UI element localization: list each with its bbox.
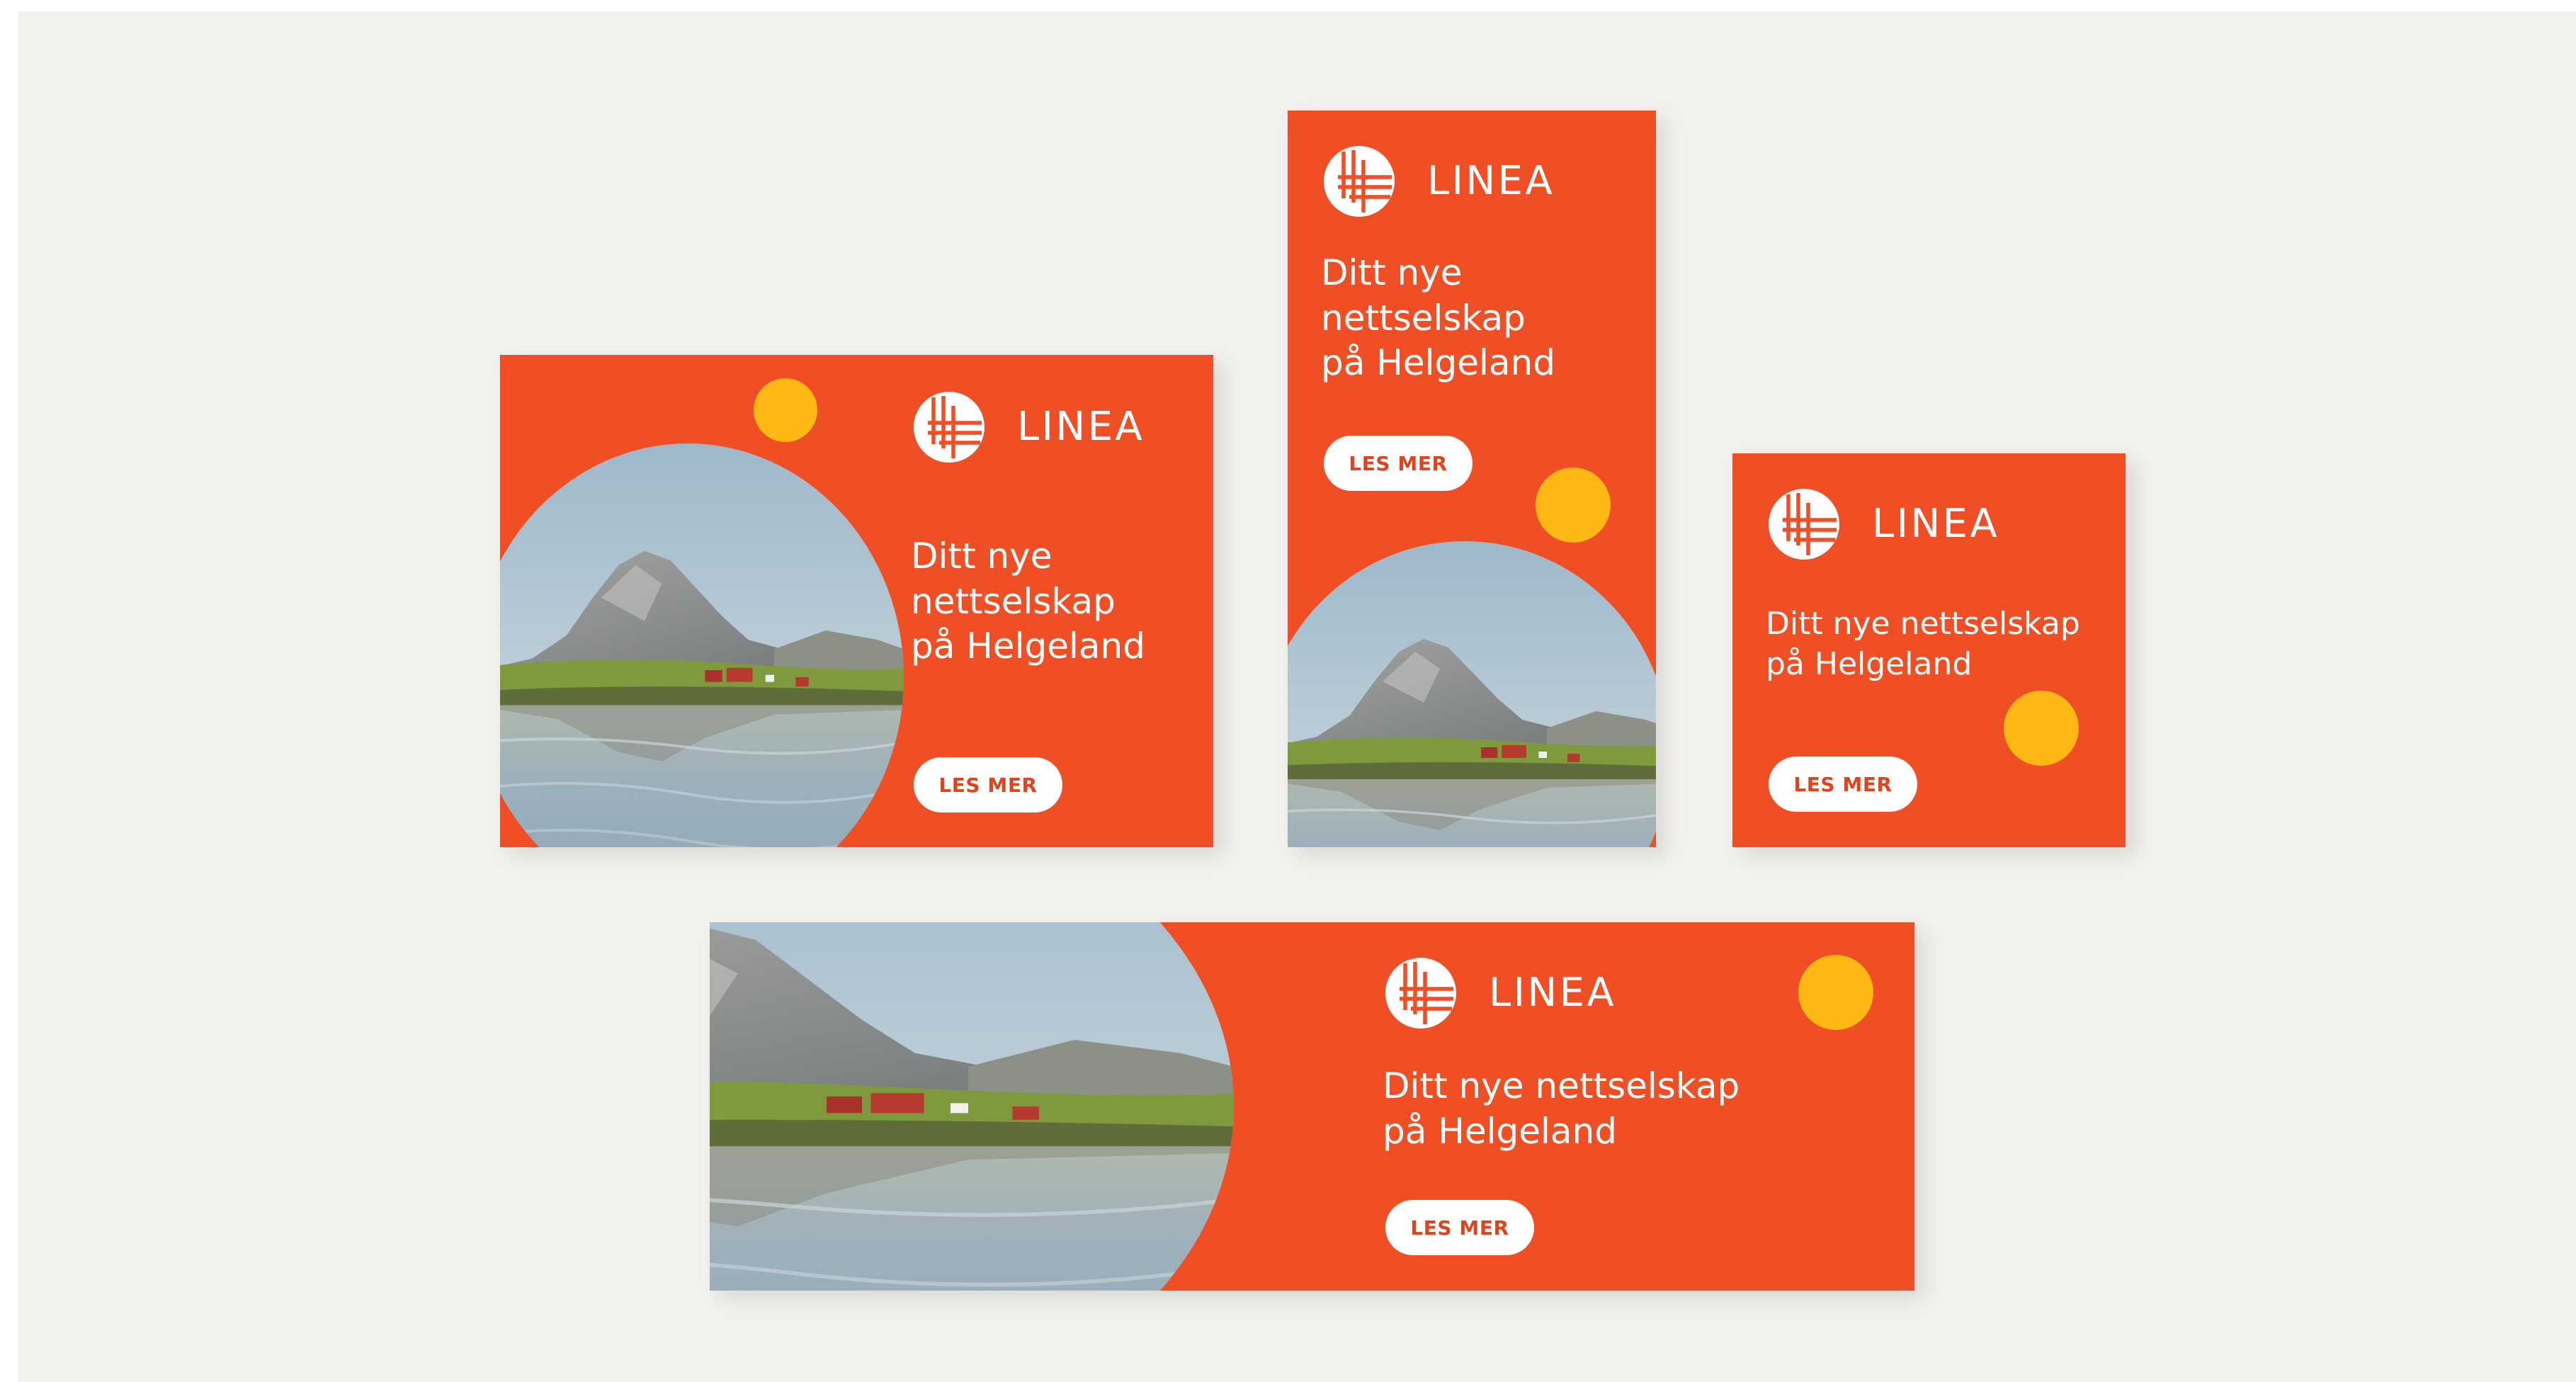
yellow-dot <box>2004 691 2079 766</box>
canvas-background: LINEA Ditt nye nettselskap på Helgeland … <box>18 11 2576 1382</box>
photo-coastal-landscape <box>500 443 904 847</box>
les-mer-button[interactable]: LES MER <box>1385 1200 1534 1255</box>
headline: Ditt nye nettselskap på Helgeland <box>1766 606 2080 683</box>
logo-wordmark: LINEA <box>1872 501 2000 547</box>
yellow-dot <box>754 378 817 442</box>
linea-logo-icon <box>1324 146 1395 217</box>
headline: Ditt nye nettselskap på Helgeland <box>1383 1065 1740 1152</box>
linea-logo-icon <box>914 392 985 463</box>
les-mer-button[interactable]: LES MER <box>1769 757 1917 812</box>
yellow-dot <box>1536 468 1611 543</box>
photo-coastal-landscape <box>1288 541 1656 847</box>
linea-logo: LINEA <box>914 392 1145 463</box>
linea-logo-icon <box>1385 958 1456 1029</box>
headline: Ditt nye nettselskap på Helgeland <box>911 536 1145 667</box>
yellow-dot <box>1798 955 1873 1030</box>
photo-coastal-landscape <box>710 922 1234 1291</box>
headline: Ditt nye nettselskap på Helgeland <box>1321 252 1555 383</box>
les-mer-button[interactable]: LES MER <box>914 757 1062 812</box>
banner-leaderboard: LINEA Ditt nye nettselskap på Helgeland … <box>710 922 1914 1291</box>
linea-logo: LINEA <box>1385 958 1616 1029</box>
les-mer-button[interactable]: LES MER <box>1324 436 1473 491</box>
logo-wordmark: LINEA <box>1427 158 1555 204</box>
banner-skyscraper: LINEA Ditt nye nettselskap på Helgeland … <box>1288 111 1656 847</box>
linea-logo-icon <box>1769 489 1839 560</box>
banner-square: LINEA Ditt nye nettselskap på Helgeland … <box>1732 453 2126 847</box>
logo-wordmark: LINEA <box>1017 404 1145 450</box>
linea-logo: LINEA <box>1769 489 1999 560</box>
banner-medium-rectangle: LINEA Ditt nye nettselskap på Helgeland … <box>500 355 1213 847</box>
logo-wordmark: LINEA <box>1489 970 1617 1016</box>
linea-logo: LINEA <box>1324 146 1555 217</box>
